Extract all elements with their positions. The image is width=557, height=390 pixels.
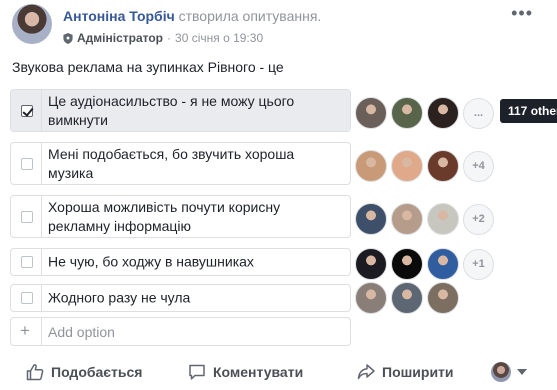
voter-avatar[interactable] <box>355 248 387 280</box>
viewer-selector[interactable] <box>491 362 527 382</box>
option-divider <box>41 196 42 237</box>
voter-avatar[interactable] <box>355 282 387 314</box>
post-timestamp[interactable]: 30 січня о 19:30 <box>175 31 263 45</box>
poll-option[interactable]: Хороша можливість почути корисну рекламн… <box>10 195 351 238</box>
voter-avatar[interactable] <box>427 248 459 280</box>
more-voters-button[interactable]: +2 <box>463 203 494 235</box>
option-label: Мені подобається, бо звучить хороша музи… <box>48 145 295 181</box>
more-voters-button[interactable]: +4 <box>463 150 494 182</box>
shield-icon <box>63 32 73 44</box>
like-button[interactable]: Подобається <box>26 363 142 381</box>
author-action: створила опитування. <box>178 8 322 24</box>
like-label: Подобається <box>51 364 143 380</box>
meta-separator: · <box>167 31 172 45</box>
voter-avatar[interactable] <box>391 248 423 280</box>
post-header: Антоніна Торбіч створила опитування. Адм… <box>12 4 557 50</box>
author-name[interactable]: Антоніна Торбіч <box>63 8 175 24</box>
thumbs-up-icon <box>26 364 44 381</box>
voter-avatar[interactable] <box>391 203 423 235</box>
share-button[interactable]: Поширити <box>357 363 454 381</box>
voter-avatar[interactable] <box>391 282 423 314</box>
comment-button[interactable]: Коментувати <box>188 363 303 381</box>
plus-icon: + <box>20 321 30 340</box>
add-option-divider <box>41 318 42 345</box>
option-voters <box>355 282 463 314</box>
more-voters-button[interactable]: +1 <box>463 248 494 280</box>
more-horizontal-icon[interactable]: ••• <box>511 4 533 22</box>
voter-avatar[interactable] <box>355 203 387 235</box>
option-divider <box>41 285 42 311</box>
share-label: Поширити <box>382 364 454 380</box>
poll-option[interactable]: Мені подобається, бо звучить хороша музи… <box>10 142 351 185</box>
option-voters: ... <box>355 97 494 129</box>
option-label: Не чую, бо ходжу в навушниках <box>48 253 254 270</box>
option-divider <box>41 90 42 131</box>
option-checkbox[interactable] <box>21 292 33 304</box>
option-voters: +2 <box>355 203 494 235</box>
voter-avatar[interactable] <box>427 282 459 314</box>
poll-question: Звукова реклама на зупинках Рівного - це <box>12 59 284 75</box>
voter-avatar[interactable] <box>355 150 387 182</box>
chevron-down-icon <box>517 369 527 375</box>
voter-avatar[interactable] <box>427 150 459 182</box>
comment-label: Коментувати <box>213 364 304 380</box>
option-voters: +1 <box>355 248 494 280</box>
author-avatar[interactable] <box>12 4 52 44</box>
option-checkbox[interactable] <box>21 104 33 117</box>
option-label: Хороша можливість почути корисну рекламн… <box>48 198 281 234</box>
share-icon <box>357 364 375 380</box>
comment-icon <box>189 364 205 380</box>
poll-option[interactable]: Жодного разу не чула <box>10 284 351 312</box>
option-voters: +4 <box>355 150 494 182</box>
option-checkbox[interactable] <box>21 256 33 268</box>
add-option-placeholder: Add option <box>48 324 115 340</box>
voter-avatar[interactable] <box>427 203 459 235</box>
option-divider <box>41 249 42 275</box>
author-role: Адміністратор <box>77 31 164 45</box>
option-label: Це аудіонасильство - я не можу цього вим… <box>48 92 295 128</box>
post-actions: Подобається Коментувати Поширити <box>12 355 542 390</box>
poll-option[interactable]: Не чую, бо ходжу в навушниках <box>10 248 351 276</box>
voter-avatar[interactable] <box>391 97 423 129</box>
option-checkbox[interactable] <box>21 210 33 223</box>
more-voters-button[interactable]: ... <box>463 97 494 129</box>
voters-tooltip: 117 others <box>500 99 557 123</box>
author-line: Антоніна Торбіч створила опитування. <box>63 8 321 24</box>
viewer-avatar <box>491 362 511 382</box>
voter-avatar[interactable] <box>391 150 423 182</box>
voter-avatar[interactable] <box>427 97 459 129</box>
post-meta: Адміністратор · 30 січня о 19:30 <box>63 31 263 45</box>
poll-option[interactable]: Це аудіонасильство - я не можу цього вим… <box>10 89 351 132</box>
option-divider <box>41 143 42 184</box>
option-checkbox[interactable] <box>21 157 33 170</box>
voter-avatar[interactable] <box>355 97 387 129</box>
option-label: Жодного разу не чула <box>48 289 191 306</box>
add-option-input[interactable]: + Add option <box>10 317 351 346</box>
